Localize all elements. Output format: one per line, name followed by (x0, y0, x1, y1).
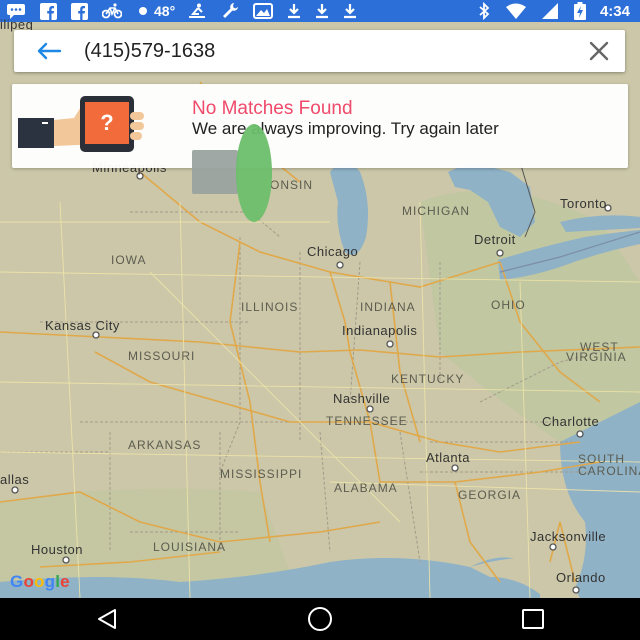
map-label: ALABAMA (334, 481, 398, 495)
battery-charging-icon (573, 0, 586, 22)
search-input[interactable] (84, 39, 573, 63)
gallery-icon (253, 0, 274, 22)
city-marker-charlotte (576, 430, 584, 438)
clock-text: 4:34 (599, 2, 630, 20)
map-label: INDIANA (360, 300, 416, 314)
map-label: MISSOURI (128, 349, 196, 363)
map-label: allas (0, 472, 30, 487)
map-label: LOUISIANA (153, 540, 227, 554)
back-triangle-icon (97, 609, 116, 629)
clear-button[interactable] (573, 30, 625, 72)
weather-icon (136, 0, 150, 22)
back-button[interactable] (14, 30, 84, 72)
map-label: TENNESSEE (326, 414, 408, 428)
map-label: OHIO (491, 298, 526, 312)
map-label: GEORGIA (458, 488, 522, 502)
wifi-icon (505, 0, 526, 22)
map-label: Toronto (560, 196, 607, 211)
recents-square-icon (522, 609, 545, 629)
map-label: Charlotte (542, 414, 600, 429)
signal-icon (541, 0, 558, 22)
arrow-left-icon (37, 42, 62, 60)
city-marker-nashville (366, 405, 374, 413)
status-bar: 48° 4:34 (0, 0, 640, 22)
download-icon (287, 0, 301, 22)
map-label: Houston (31, 542, 83, 557)
download-icon (315, 0, 329, 22)
search-bar (14, 30, 625, 72)
city-marker-orlando (572, 586, 580, 594)
question-mark-icon: ? (100, 110, 113, 135)
city-marker-dallas (11, 486, 19, 494)
map-label: Detroit (474, 232, 516, 247)
city-marker-indianapolis (386, 340, 394, 348)
city-marker-chicago (336, 261, 344, 269)
phone-question-illustration: ? (18, 96, 144, 152)
facebook-icon (40, 0, 57, 22)
city-marker-detroit (496, 249, 504, 257)
bluetooth-icon (478, 0, 490, 22)
map-label: IOWA (111, 253, 147, 267)
map-label: MICHIGAN (402, 204, 470, 218)
map-label: Jacksonville (530, 529, 607, 544)
map-label: ILLINOIS (241, 300, 299, 314)
download-icon (343, 0, 357, 22)
close-icon (589, 41, 609, 61)
home-circle-icon (307, 607, 332, 631)
bike-icon (102, 0, 122, 22)
map-label: Kansas City (45, 318, 120, 333)
navigation-bar (0, 598, 640, 640)
city-marker-atlanta (451, 464, 459, 472)
google-logo: Google (10, 572, 70, 591)
map-label: Orlando (556, 570, 606, 585)
nav-home-button[interactable] (275, 598, 365, 640)
map-label: CAROLINA (578, 464, 640, 478)
map-label: MISSISSIPPI (220, 467, 303, 481)
temperature-text: 48° (154, 3, 176, 19)
system-icons: 4:34 (478, 0, 640, 22)
map-label: ARKANSAS (128, 438, 202, 452)
map-label: Indianapolis (342, 323, 418, 338)
no-matches-card: ? No Matches Found We are always improvi… (12, 84, 628, 168)
touch-overlay (192, 150, 238, 194)
facebook-icon (71, 0, 88, 22)
wrench-icon (221, 0, 239, 22)
no-matches-title: No Matches Found (192, 98, 353, 119)
map-label: Chicago (307, 244, 359, 259)
map-label: ONSIN (270, 178, 314, 192)
notification-icons: 48° (0, 0, 371, 22)
map-label: KENTUCKY (391, 372, 465, 386)
map-label: Atlanta (426, 450, 470, 465)
nav-back-button[interactable] (62, 598, 152, 640)
nav-recents-button[interactable] (488, 598, 578, 640)
city-marker-jacksonville (549, 543, 557, 551)
touch-indicator (236, 124, 272, 222)
map-label: Nashville (333, 391, 391, 406)
map-label: VIRGINIA (566, 350, 627, 364)
rower-icon (187, 0, 207, 22)
city-marker-houston (62, 556, 70, 564)
